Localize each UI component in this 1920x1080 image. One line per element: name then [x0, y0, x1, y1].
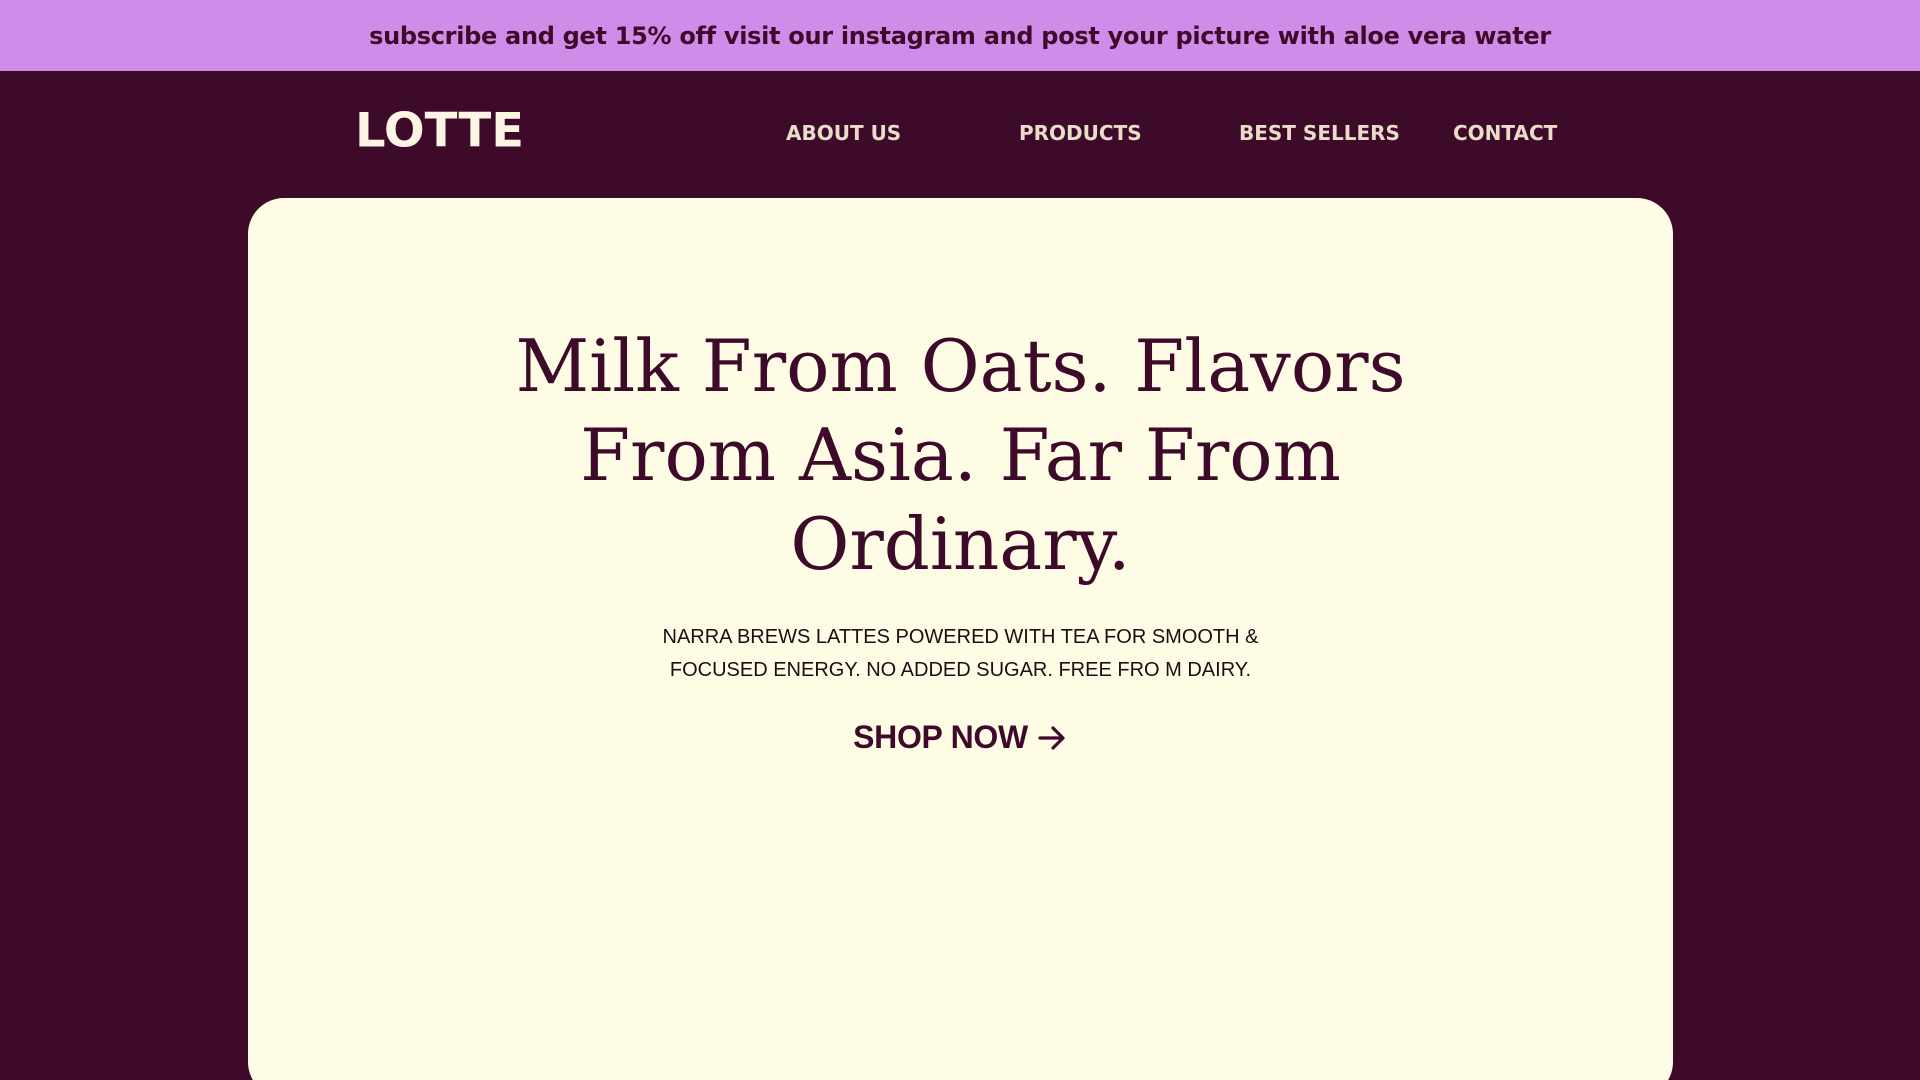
hero-title: Milk From Oats. Flavors From Asia. Far F… — [515, 324, 1406, 586]
top-navigation: LOTTE ABOUT US PRODUCTS BEST SELLERS CON… — [0, 71, 1920, 198]
arrow-right-icon — [1038, 725, 1065, 750]
shop-now-content[interactable]: SHOP NOW — [853, 719, 1068, 756]
nav-link-best-sellers[interactable]: BEST SELLERS — [1239, 123, 1400, 143]
nav-link-products[interactable]: PRODUCTS — [1019, 123, 1142, 143]
nav-link-about-us[interactable]: ABOUT US — [786, 123, 901, 143]
shop-now-label: SHOP NOW — [853, 719, 1028, 755]
nav-link-contact[interactable]: CONTACT — [1453, 123, 1557, 143]
shop-now-button[interactable]: SHOP NOW — [248, 719, 1673, 756]
brand-logo[interactable]: LOTTE — [355, 107, 524, 154]
promo-banner: subscribe and get 15% off visit our inst… — [0, 0, 1920, 71]
hero-subtitle: NARRA BREWS LATTES POWERED WITH TEA FOR … — [662, 626, 1259, 681]
promo-text: subscribe and get 15% off visit our inst… — [369, 21, 1551, 50]
hero-card: Milk From Oats. Flavors From Asia. Far F… — [248, 198, 1673, 1080]
